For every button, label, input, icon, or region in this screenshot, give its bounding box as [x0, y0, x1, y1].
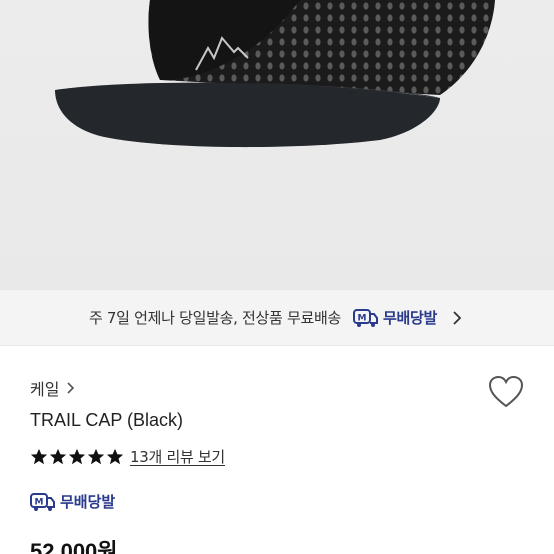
star-icon [30, 448, 48, 464]
free-shipping-tag-label: 무배당발 [60, 493, 116, 511]
cap-photo [55, 0, 495, 148]
delivery-truck-m-icon: M [30, 492, 55, 511]
star-icon [87, 448, 105, 464]
brand-name: 케일 [30, 380, 60, 399]
heart-icon[interactable] [488, 375, 524, 409]
star-rating [30, 448, 124, 466]
product-image [0, 0, 554, 290]
rating-row: 13개 리뷰 보기 [30, 446, 225, 467]
chevron-right-icon[interactable] [449, 310, 465, 326]
shipping-message: 주 7일 언제나 당일발송, 전상품 무료배송 [88, 309, 342, 327]
product-title: TRAIL CAP (Black) [30, 410, 184, 430]
svg-text:M: M [358, 313, 367, 323]
free-shipping-badge-label: 무배당발 [383, 309, 438, 327]
price: 52,000원 [30, 539, 118, 554]
svg-text:M: M [35, 497, 44, 507]
shipping-banner[interactable]: 주 7일 언제나 당일발송, 전상품 무료배송 M 무배당발 [0, 290, 554, 346]
chevron-right-icon [67, 382, 75, 394]
star-icon [106, 448, 124, 464]
free-shipping-badge: M 무배당발 [353, 307, 437, 328]
star-icon [49, 448, 67, 464]
free-shipping-tag: M 무배당발 [30, 491, 115, 512]
brand-link[interactable]: 케일 [30, 376, 77, 400]
star-icon [68, 448, 86, 464]
delivery-truck-m-icon: M [353, 308, 379, 327]
review-link[interactable]: 13개 리뷰 보기 [130, 446, 225, 467]
product-info: 케일 TRAIL CAP (Black) 13개 리뷰 보기 M 무배당발 52… [0, 346, 554, 554]
